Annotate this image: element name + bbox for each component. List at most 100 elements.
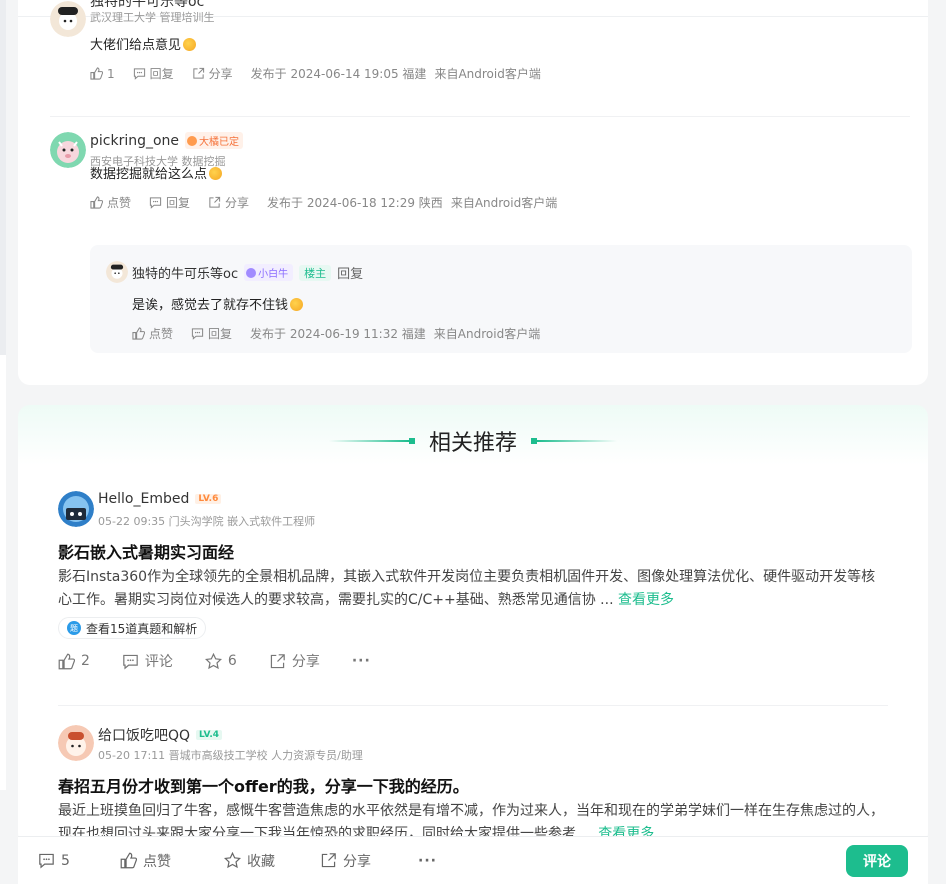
user-badge: 小白牛 [244,264,294,281]
page-left-edge [0,0,6,355]
questions-chip[interactable]: 题查看15道真题和解析 [58,617,207,639]
more-button[interactable]: ··· [352,653,371,669]
post-title[interactable]: 影石嵌入式暑期实习面经 [58,539,234,563]
publish-time: 发布于 2024-06-19 11:32 福建 [250,327,426,341]
like-count: 1 [107,66,115,81]
collect-label: 收藏 [247,853,275,870]
post-meta: 05-22 09:35 门头沟学院 嵌入式软件工程师 [98,515,316,528]
comment-icon [39,853,54,869]
level-badge: LV.4 [196,730,223,740]
related-post[interactable]: 给口饭吃吧QQ LV.4 05-20 17:11 晋城市高级技工学校 人力资源专… [58,725,888,845]
see-more-link[interactable]: 查看更多 [618,592,674,608]
comment-text-content: 大佬们给点意见 [90,38,182,53]
comment-icon [149,197,162,209]
share-icon [209,196,221,208]
comment-author-school: 武汉理工大学 管理培训生 [90,11,215,24]
comment-divider [50,116,910,117]
post-body-text: 影石Insta360作为全球领先的全景相机品牌，其嵌入式软件开发岗位主要负责相机… [58,569,876,608]
thumb-up-icon [58,653,75,669]
reply-label: 回复 [208,327,233,341]
question-icon: 题 [67,621,81,635]
post-source: 来自Android客户端 [434,67,541,81]
related-section: 相关推荐 Hello_Embed LV.6 05-22 09:35 门头沟学院 … [18,405,928,845]
like-button[interactable]: 点赞 [132,325,173,342]
comments-card: 独特的牛可乐等oc 武汉理工大学 管理培训生 大佬们给点意见 1 回复 分享 发… [18,0,928,385]
post-head: 给口饭吃吧QQ LV.4 [98,725,223,745]
share-label: 分享 [208,67,233,81]
post-title[interactable]: 春招五月份才收到第一个offer的我，分享一下我的经历。 [58,773,469,797]
avatar[interactable] [50,1,86,37]
comment-text-content: 数据挖掘就给这么点 [90,167,208,182]
comment-icon [133,68,145,80]
thumb-up-icon [132,327,145,340]
like-button[interactable]: 点赞 [90,194,131,211]
like-count: 2 [81,653,90,669]
avatar[interactable] [58,491,94,527]
star-count: 6 [227,653,237,669]
like-button[interactable]: 1 [90,67,115,81]
emoji-icon [209,167,223,180]
badge-label: 小白牛 [258,269,289,280]
comment-icon [191,328,204,340]
related-title: 相关推荐 [428,431,517,456]
avatar[interactable] [50,132,86,168]
thumb-up-icon [90,196,103,209]
related-header: 相关推荐 [18,423,928,459]
chip-label: 查看15道真题和解析 [86,621,198,636]
comment-button[interactable]: 评论 [122,651,173,671]
post-source: 来自Android客户端 [450,196,558,210]
post-source: 来自Android客户端 [433,327,541,341]
post-body: 影石Insta360作为全球领先的全景相机品牌，其嵌入式软件开发岗位主要负责相机… [58,566,888,612]
like-label: 点赞 [107,196,132,210]
badge-label: 大橘已定 [199,137,240,148]
bottom-action-bar: 5 点赞 收藏 分享 ··· 评论 [18,836,928,884]
comment-head: pickring_one 大橘已定 [90,132,244,149]
reply-actions: 点赞 回复 发布于 2024-06-19 11:32 福建 来自Android客… [132,325,540,342]
thumb-up-icon [120,852,137,869]
like-label: 点赞 [149,327,174,341]
share-label: 分享 [291,654,320,670]
avatar[interactable] [58,725,94,761]
share-label: 分享 [225,196,250,210]
reply-text-content: 是诶，感觉去了就存不住钱 [132,298,289,313]
publish-time: 发布于 2024-06-18 12:29 陕西 [267,196,443,210]
post-divider [58,705,888,706]
post-author[interactable]: Hello_Embed [98,491,189,507]
more-button[interactable]: ··· [418,853,437,869]
emoji-icon [290,298,304,311]
avatar[interactable] [106,261,128,283]
comment-count-button[interactable]: 5 [38,852,70,869]
post-actions: 2 评论 6 分享 ··· [58,651,403,671]
reply-button[interactable]: 回复 [133,65,174,82]
share-button[interactable]: 分享 [269,651,320,671]
collect-button[interactable]: 6 [204,652,237,670]
comment-author[interactable]: pickring_one [90,133,179,149]
post-meta: 05-20 17:11 晋城市高级技工学校 人力资源专员/助理 [98,749,363,762]
share-button[interactable]: 分享 [320,851,371,871]
share-button[interactable]: 分享 [192,65,233,82]
reply-label: 回复 [149,67,174,81]
comment-text: 大佬们给点意见 [90,34,197,53]
level-badge: LV.6 [195,494,222,504]
share-label: 分享 [343,853,371,870]
reply-text: 是诶，感觉去了就存不住钱 [132,294,304,313]
share-icon [321,853,336,868]
share-button[interactable]: 分享 [208,194,249,211]
like-label: 点赞 [143,853,171,870]
reply-button[interactable]: 回复 [191,325,232,342]
like-button[interactable]: 点赞 [120,851,171,871]
reply-thread: 独特的牛可乐等oc 小白牛 楼主 回复 是诶，感觉去了就存不住钱 点赞 回复 发… [90,245,912,353]
reply-author[interactable]: 独特的牛可乐等oc [132,263,238,282]
page-left-edge-lower [0,355,6,790]
post-author[interactable]: 给口饭吃吧QQ [98,725,190,745]
comment-text: 数据挖掘就给这么点 [90,163,223,182]
comment-button[interactable]: 评论 [846,845,908,877]
collect-button[interactable]: 收藏 [224,851,275,871]
share-icon [193,67,204,79]
badge-icon [246,267,257,278]
title-decoration-right [531,438,617,444]
reply-button[interactable]: 回复 [149,194,190,211]
like-button[interactable]: 2 [58,653,90,670]
comment-count: 5 [61,852,70,869]
related-post[interactable]: Hello_Embed LV.6 05-22 09:35 门头沟学院 嵌入式软件… [58,491,888,691]
